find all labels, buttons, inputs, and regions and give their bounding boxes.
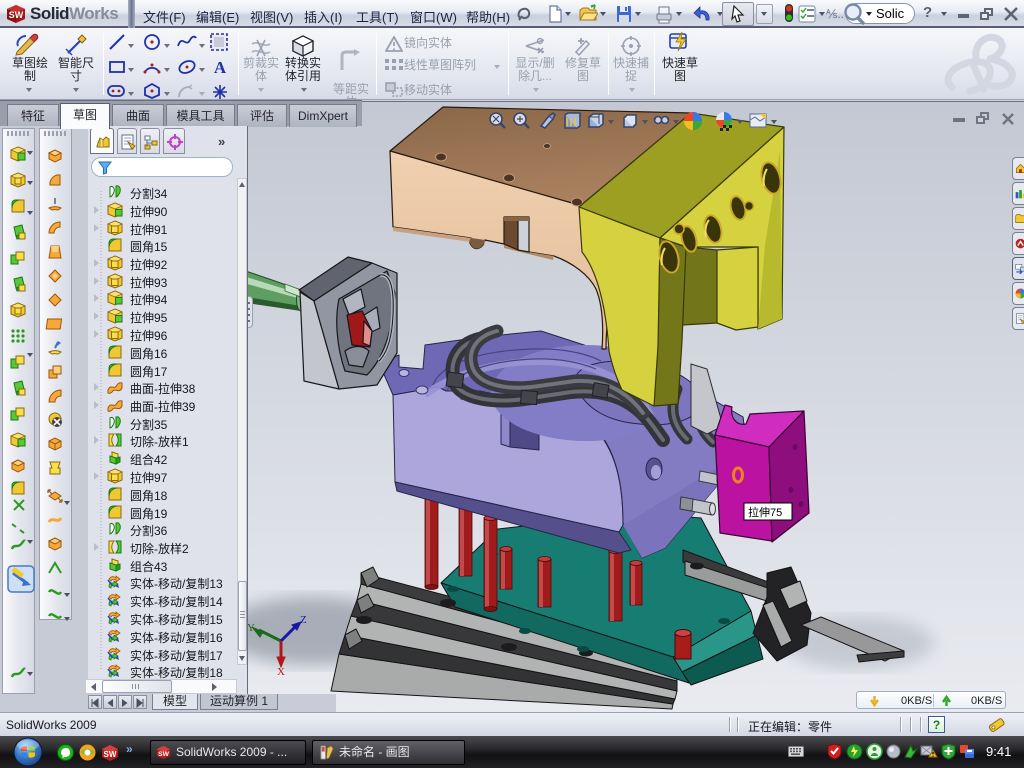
svg-text:X: X [277,666,285,678]
svg-text:拉伸75: 拉伸75 [748,505,782,519]
svg-text:SW: SW [9,10,24,20]
svg-text:SW: SW [158,751,169,758]
svg-text:A: A [214,58,227,77]
svg-text:SW: SW [104,750,117,759]
svg-text:Z: Z [300,614,307,626]
svg-text:Y: Y [247,622,255,634]
